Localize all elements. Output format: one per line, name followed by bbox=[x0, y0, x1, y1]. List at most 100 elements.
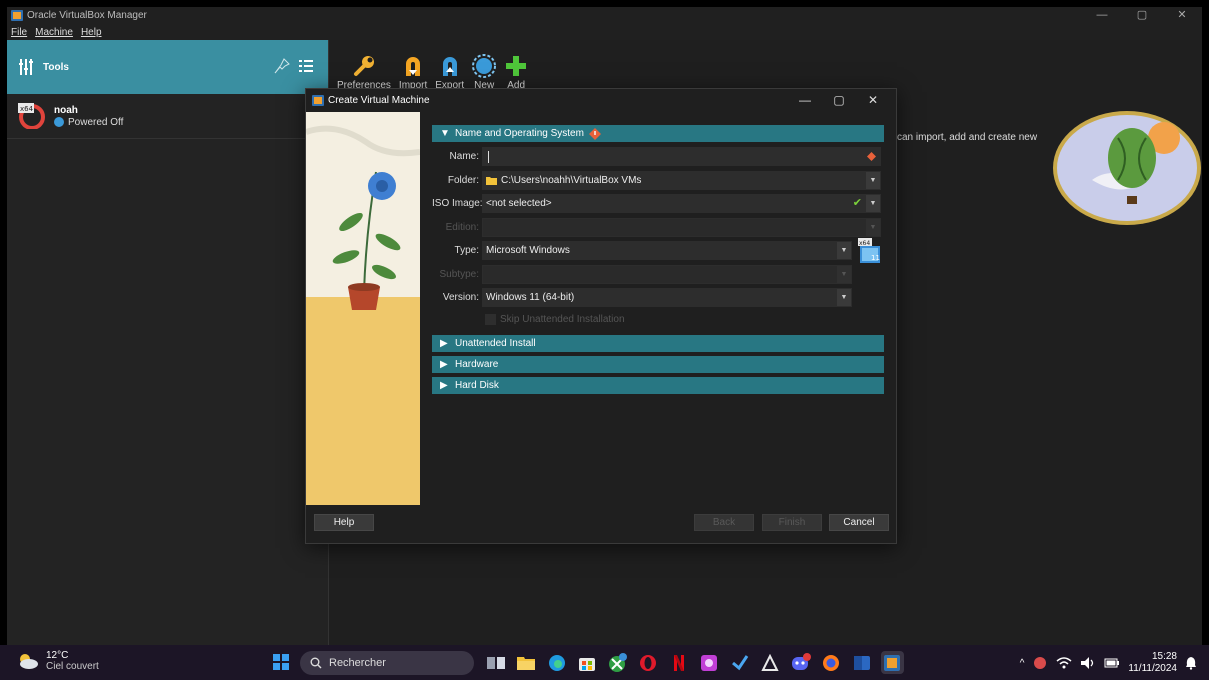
finish-button[interactable]: Finish bbox=[762, 514, 822, 531]
wifi-icon[interactable] bbox=[1056, 656, 1072, 670]
name-row: Name: bbox=[432, 146, 884, 167]
section-hardware[interactable]: ▶ Hardware bbox=[432, 355, 884, 373]
add-icon bbox=[506, 56, 527, 76]
power-off-icon bbox=[54, 117, 64, 127]
word-icon[interactable] bbox=[850, 651, 873, 674]
pin-icon[interactable] bbox=[274, 58, 290, 74]
virtualbox-icon bbox=[312, 94, 324, 106]
new-button[interactable]: New bbox=[472, 54, 497, 91]
maximize-button[interactable]: ▢ bbox=[1122, 7, 1162, 24]
section-hard-disk[interactable]: ▶ Hard Disk bbox=[432, 376, 884, 394]
clock-time: 15:28 bbox=[1151, 651, 1177, 662]
type-dropdown-arrow[interactable]: ▼ bbox=[837, 242, 851, 259]
menu-machine[interactable]: Machine bbox=[35, 27, 73, 38]
welcome-text: can import, add and create new bbox=[897, 132, 1038, 143]
volume-icon[interactable] bbox=[1080, 656, 1096, 670]
virtualbox-taskbar-icon[interactable] bbox=[880, 651, 904, 674]
machine-list-pane: Tools x64 noah Powered Off bbox=[7, 40, 329, 645]
window-controls: — ▢ ✕ bbox=[1082, 7, 1202, 24]
skip-unattended-checkbox: Skip Unattended Installation bbox=[485, 311, 884, 329]
add-button[interactable]: Add bbox=[504, 54, 528, 91]
chevron-right-icon: ▶ bbox=[440, 337, 448, 349]
import-button[interactable]: Import bbox=[399, 54, 427, 91]
folder-dropdown-arrow[interactable]: ▼ bbox=[866, 171, 880, 189]
dialog-title: Create Virtual Machine bbox=[328, 94, 430, 106]
edition-row: Edition: ▼ bbox=[432, 217, 884, 238]
close-button[interactable]: ✕ bbox=[1162, 7, 1202, 24]
windows-os-icon: x64 11 bbox=[858, 237, 880, 263]
list-menu-icon[interactable] bbox=[298, 58, 314, 74]
back-button[interactable]: Back bbox=[694, 514, 754, 531]
firefox-icon[interactable] bbox=[820, 651, 843, 674]
section-unattended-install[interactable]: ▶ Unattended Install bbox=[432, 334, 884, 352]
iso-label: ISO Image: bbox=[432, 198, 483, 209]
dialog-maximize-button[interactable]: ▢ bbox=[822, 89, 856, 111]
battery-icon[interactable] bbox=[1104, 656, 1120, 670]
menu-file[interactable]: File bbox=[11, 27, 27, 38]
windows-vm-icon: x64 bbox=[18, 103, 45, 129]
iso-image-selector[interactable]: <not selected> ✔ ▼ bbox=[482, 194, 881, 213]
type-select[interactable]: Microsoft Windows ▼ bbox=[482, 241, 852, 260]
name-field[interactable] bbox=[482, 147, 881, 166]
start-button[interactable] bbox=[273, 654, 289, 670]
edge-icon[interactable] bbox=[545, 651, 568, 674]
photos-icon[interactable] bbox=[698, 651, 721, 674]
svg-text:x64: x64 bbox=[20, 105, 34, 113]
section-name-and-os[interactable]: ▼ Name and Operating System bbox=[432, 125, 884, 142]
svg-text:x64: x64 bbox=[859, 240, 870, 247]
app-tray-icon[interactable] bbox=[1032, 656, 1048, 670]
iso-dropdown-arrow[interactable]: ▼ bbox=[866, 195, 880, 212]
xbox-icon[interactable] bbox=[606, 651, 629, 674]
edition-label: Edition: bbox=[445, 221, 479, 233]
subtype-select: ▼ bbox=[482, 264, 852, 284]
weather-temp: 12°C bbox=[46, 650, 69, 661]
store-icon[interactable] bbox=[576, 651, 599, 674]
version-select[interactable]: Windows 11 (64-bit) ▼ bbox=[482, 288, 852, 307]
cancel-button[interactable]: Cancel bbox=[829, 514, 889, 531]
help-button[interactable]: Help bbox=[314, 514, 374, 531]
menu-help[interactable]: Help bbox=[81, 27, 102, 38]
notification-bell-icon[interactable] bbox=[1185, 656, 1197, 670]
opera-icon[interactable] bbox=[637, 651, 660, 674]
type-label: Type: bbox=[454, 245, 479, 256]
task-view-icon[interactable] bbox=[484, 651, 507, 674]
file-explorer-icon[interactable] bbox=[515, 651, 538, 674]
taskbar-search[interactable]: Rechercher bbox=[300, 651, 474, 675]
iso-row: ISO Image: <not selected> ✔ ▼ bbox=[432, 193, 884, 214]
clock[interactable]: 15:28 11/11/2024 bbox=[1128, 651, 1177, 675]
weather-widget[interactable]: 12°C Ciel couvert bbox=[16, 650, 99, 672]
tools-label: Tools bbox=[43, 61, 69, 73]
chevron-down-icon: ▼ bbox=[440, 128, 450, 139]
subtype-label: Subtype: bbox=[439, 268, 479, 280]
search-icon bbox=[310, 657, 322, 669]
vm-list-item-noah[interactable]: x64 noah Powered Off bbox=[7, 94, 328, 139]
error-icon bbox=[867, 152, 876, 161]
folder-selector[interactable]: C:\Users\noahh\VirtualBox VMs ▼ bbox=[482, 170, 881, 190]
chevron-up-icon[interactable]: ^ bbox=[1020, 658, 1025, 669]
version-label: Version: bbox=[442, 292, 479, 303]
app-a-icon[interactable] bbox=[759, 651, 782, 674]
preferences-button[interactable]: Preferences bbox=[337, 54, 391, 91]
dialog-close-button[interactable]: ✕ bbox=[856, 89, 890, 111]
folder-row: Folder: C:\Users\noahh\VirtualBox VMs ▼ bbox=[432, 170, 884, 191]
clock-date: 11/11/2024 bbox=[1128, 663, 1177, 674]
dialog-minimize-button[interactable]: — bbox=[788, 89, 822, 111]
window-title: Oracle VirtualBox Manager bbox=[27, 10, 147, 21]
vm-state: Powered Off bbox=[68, 116, 124, 128]
tools-item[interactable]: Tools bbox=[7, 40, 328, 94]
minimize-button[interactable]: — bbox=[1082, 7, 1122, 24]
create-vm-dialog: Create Virtual Machine — ▢ ✕ ▼ Name and … bbox=[305, 88, 897, 544]
flower-illustration bbox=[306, 112, 420, 505]
warning-diamond-icon bbox=[588, 127, 601, 140]
export-button[interactable]: Export bbox=[435, 54, 464, 91]
version-dropdown-arrow[interactable]: ▼ bbox=[837, 289, 851, 306]
discord-icon[interactable] bbox=[789, 651, 812, 674]
weather-condition: Ciel couvert bbox=[46, 661, 99, 672]
main-toolbar: Preferences Import Export New Add bbox=[329, 40, 1202, 94]
system-tray: ^ 15:28 11/11/2024 bbox=[1020, 651, 1197, 675]
vscode-icon[interactable] bbox=[728, 651, 751, 674]
netflix-icon[interactable] bbox=[667, 651, 690, 674]
chevron-right-icon: ▶ bbox=[440, 379, 448, 391]
checkmark-icon: ✔ bbox=[852, 197, 862, 209]
tools-icon bbox=[19, 59, 33, 75]
